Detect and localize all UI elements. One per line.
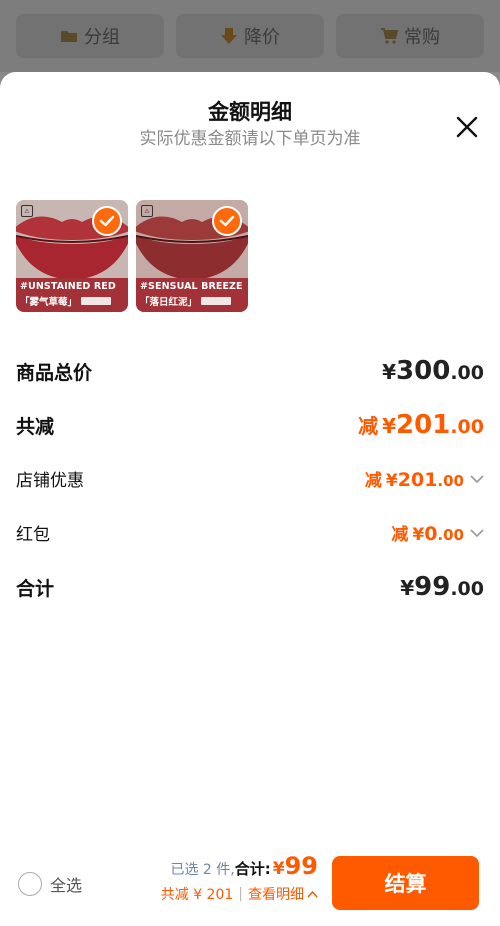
product-label-band: #UNSTAINED RED 「雾气草莓」 [16, 278, 128, 312]
total-reduce-label: 共减 [16, 415, 55, 438]
sheet-title: 金额明细 [208, 100, 292, 124]
product-2-selected-check[interactable] [212, 206, 242, 236]
amount-detail-sheet: 金额明细 实际优惠金额请以下单页为准 ⚠ #UNSTAINED RED 「雾气草… [0, 72, 500, 926]
checkout-bar: 全选 已选 2 件, 合计: ¥ 99 共减 ¥ 201 | 查看明细 结算 [0, 840, 500, 926]
chevron-down-icon[interactable] [470, 474, 484, 484]
sum-value: ¥99.00 [400, 572, 484, 602]
tab-frequent[interactable]: 常购 [336, 14, 484, 58]
goods-total-value: ¥300.00 [382, 356, 484, 386]
select-all-toggle[interactable]: 全选 [18, 872, 82, 896]
row-sum: 合计 ¥99.00 [16, 572, 484, 602]
close-icon [456, 116, 478, 138]
product-1-en-name: #UNSTAINED RED [20, 281, 116, 292]
row-total-reduce: 共减 减 ¥201.00 [16, 410, 484, 440]
tab-group[interactable]: 分组 [16, 14, 164, 58]
chevron-up-icon [307, 890, 318, 898]
total-label: 合计: [234, 860, 271, 878]
reduce-summary: 共减 ¥ 201 [160, 887, 234, 903]
tab-price-down-label: 降价 [244, 27, 280, 48]
product-thumb-2[interactable]: ⚠ #SENSUAL BREEZE 「落日红泥」 [136, 200, 248, 312]
row-goods-total: 商品总价 ¥300.00 [16, 356, 484, 386]
order-summary: 已选 2 件, 合计: ¥ 99 共减 ¥ 201 | 查看明细 [161, 852, 318, 904]
product-thumbnails: ⚠ #UNSTAINED RED 「雾气草莓」 ⚠ #SENSUAL BREEZ… [16, 200, 248, 312]
product-2-cn-name: 「落日红泥」 [140, 297, 198, 308]
product-2-en-name: #SENSUAL BREEZE [140, 281, 243, 292]
sheet-subtitle: 实际优惠金额请以下单页为准 [139, 129, 361, 149]
view-detail-link[interactable]: 查看明细 [248, 884, 318, 904]
total-currency: ¥ [272, 859, 285, 879]
checkout-button[interactable]: 结算 [332, 856, 479, 910]
view-detail-label: 查看明细 [248, 887, 304, 903]
total-value: 99 [284, 852, 318, 880]
product-1-cn-name: 「雾气草莓」 [20, 297, 78, 308]
product-thumb-1[interactable]: ⚠ #UNSTAINED RED 「雾气草莓」 [16, 200, 128, 312]
row-store-discount[interactable]: 店铺优惠 减 ¥201.00 [16, 466, 484, 491]
check-icon [99, 215, 115, 227]
top-tab-bar: 分组 降价 常购 [0, 0, 500, 72]
select-all-radio[interactable] [18, 872, 42, 896]
brand-logo: ⚠ [21, 205, 33, 217]
tab-group-label: 分组 [84, 27, 120, 48]
store-discount-label: 店铺优惠 [16, 471, 84, 491]
sum-label: 合计 [16, 577, 55, 600]
red-packet-value: 减 ¥0.00 [391, 523, 464, 545]
tab-price-down[interactable]: 降价 [176, 14, 324, 58]
check-icon [219, 215, 235, 227]
product-tag [201, 297, 232, 305]
store-discount-value: 减 ¥201.00 [364, 469, 464, 491]
product-label-band: #SENSUAL BREEZE 「落日红泥」 [136, 278, 248, 312]
chevron-down-icon[interactable] [470, 528, 484, 538]
product-1-selected-check[interactable] [92, 206, 122, 236]
price-down-icon [221, 28, 237, 44]
goods-total-label: 商品总价 [16, 361, 93, 384]
selected-count: 已选 2 件, [170, 862, 235, 878]
tab-frequent-label: 常购 [404, 27, 440, 48]
separator: | [238, 886, 243, 902]
total-reduce-value: 减 ¥201.00 [358, 410, 484, 440]
red-packet-label: 红包 [16, 525, 50, 545]
brand-logo: ⚠ [141, 205, 153, 217]
cart-icon [381, 28, 398, 44]
folder-icon [61, 31, 77, 42]
close-button[interactable] [452, 112, 482, 142]
row-red-packet[interactable]: 红包 减 ¥0.00 [16, 520, 484, 545]
product-tag [81, 297, 112, 305]
select-all-label: 全选 [50, 876, 83, 895]
